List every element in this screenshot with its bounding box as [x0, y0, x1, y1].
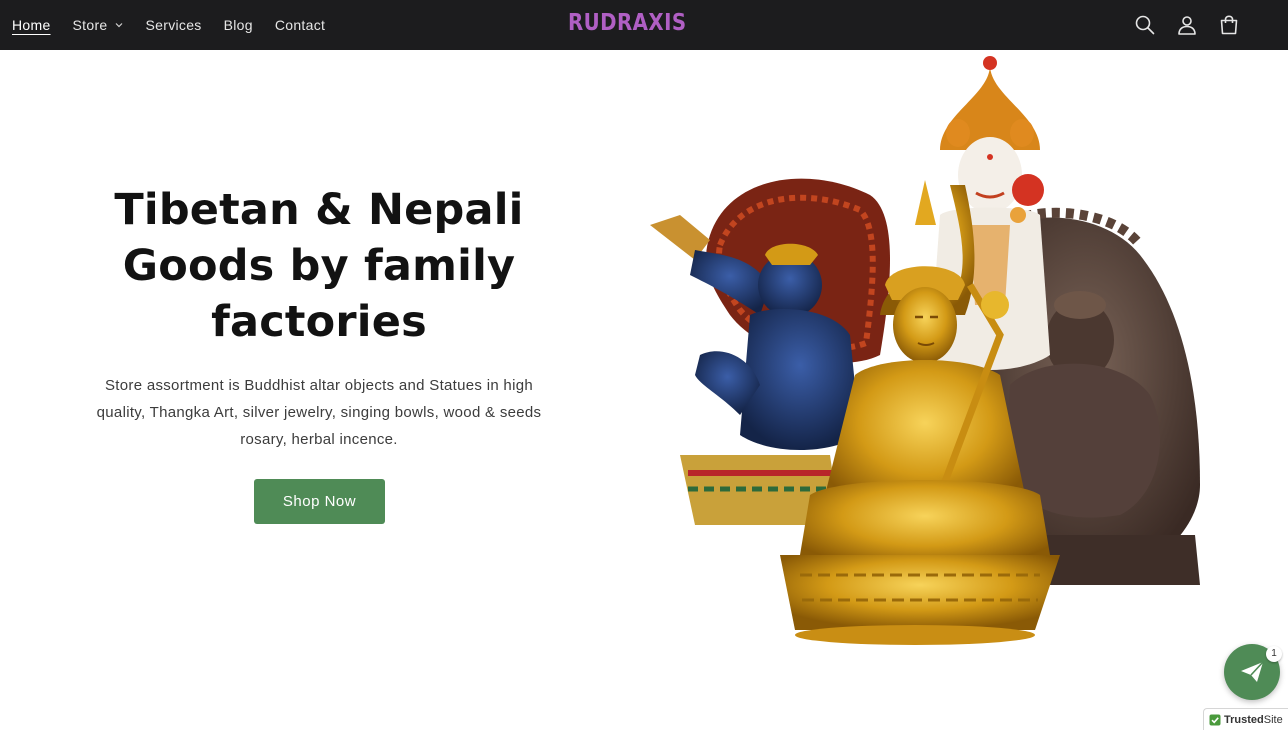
- nav-item-label: Services: [145, 17, 202, 33]
- notification-badge: 1: [1266, 646, 1282, 662]
- hero-title-line: Tibetan & Nepali: [114, 185, 524, 235]
- site-logo[interactable]: RUDRAXIS: [568, 10, 687, 36]
- nav-item-home[interactable]: Home: [12, 17, 51, 33]
- trusted-badge-strong: Trusted: [1224, 713, 1264, 726]
- hero-title-line: Goods by family: [122, 241, 516, 291]
- shop-now-button[interactable]: Shop Now: [254, 479, 385, 524]
- nav-item-label: Home: [12, 17, 51, 33]
- hero-description-line: quality, Thangka Art, silver jewelry, si…: [96, 404, 542, 421]
- search-icon[interactable]: [1132, 12, 1158, 38]
- checkmark-icon: [1209, 714, 1221, 725]
- nav-item-label: Blog: [223, 17, 253, 33]
- nav-item-label: Store: [72, 17, 108, 33]
- hero-title: Tibetan & Nepali Goods by family factori…: [70, 182, 568, 350]
- nav-item-services[interactable]: Services: [146, 17, 202, 33]
- hero-description: Store assortment is Buddhist altar objec…: [70, 372, 568, 453]
- hero-title-line: factories: [211, 297, 427, 347]
- nav-item-label: Contact: [274, 17, 326, 33]
- nav-item-blog[interactable]: Blog: [224, 17, 253, 33]
- hero-description-line: Store assortment is Buddhist altar objec…: [105, 377, 533, 394]
- paper-plane-icon: [1241, 661, 1264, 682]
- trusted-badge-rest: Site: [1263, 713, 1283, 726]
- account-icon[interactable]: [1174, 12, 1200, 38]
- site-header: Home Store Services Blog Contact RUDRAXI…: [0, 0, 1288, 50]
- main-nav: Home Store Services Blog Contact: [12, 0, 347, 50]
- nav-item-store[interactable]: Store: [73, 17, 124, 33]
- buddhist-statues-image: [650, 56, 1200, 645]
- chevron-down-icon: [115, 23, 122, 28]
- cart-icon[interactable]: [1216, 12, 1242, 38]
- trusted-site-badge[interactable]: Trusted Site: [1203, 708, 1288, 730]
- nav-item-contact[interactable]: Contact: [275, 17, 325, 33]
- hero-description-line: rosary, herbal incence.: [240, 431, 398, 448]
- chat-widget-button[interactable]: 1: [1224, 644, 1282, 700]
- header-icons: [1116, 12, 1242, 38]
- hero-text-block: Tibetan & Nepali Goods by family factori…: [70, 182, 568, 453]
